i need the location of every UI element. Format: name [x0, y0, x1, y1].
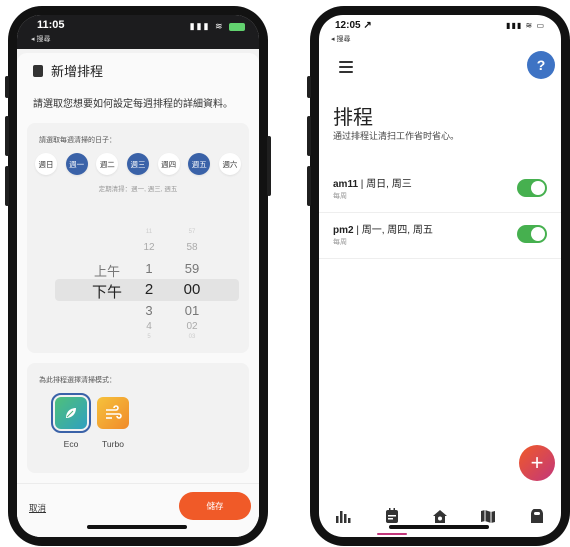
battery-icon — [229, 22, 245, 31]
wind-icon — [97, 397, 129, 429]
robot-icon[interactable] — [524, 503, 550, 529]
picker-hour-option[interactable]: 12 — [135, 242, 163, 253]
screen-left: 11:05 ◂ 搜尋 ▮▮▮ ≋ 新增排程 請選取您想要如何設定每週排程的詳細資… — [17, 15, 259, 537]
bottom-nav — [319, 493, 561, 537]
picker-ampm-option[interactable]: 上午 — [87, 261, 127, 280]
schedule-days: 周一, 周四, 周五 — [361, 225, 433, 236]
day-button[interactable]: 週五 — [188, 153, 211, 175]
phone-right: 12:05 ↗ ◂ 搜尋 ▮▮▮ ≋ ▭ ? 排程 通过排程让清扫工作省时省心。… — [307, 6, 570, 546]
picker-hour-option[interactable]: 5 — [135, 334, 163, 340]
add-schedule-button[interactable]: + — [519, 445, 555, 481]
battery-icon: ▭ — [536, 21, 545, 30]
wifi-icon: ≋ — [525, 21, 534, 30]
sheet-footer: 取消 儲存 — [17, 483, 259, 537]
schedule-item[interactable]: pm2 | 周一, 周四, 周五 每周 — [319, 213, 561, 259]
schedule-days: 周日, 周三 — [366, 179, 412, 190]
schedule-item[interactable]: am11 | 周日, 周三 每周 — [319, 167, 561, 213]
power-button — [267, 136, 271, 196]
schedule-repeat: 每周 — [333, 193, 347, 200]
schedule-name: pm2 | 周一, 周四, 周五 — [333, 225, 433, 236]
schedule-name: am11 | 周日, 周三 — [333, 179, 412, 190]
stage: 11:05 ◂ 搜尋 ▮▮▮ ≋ 新增排程 請選取您想要如何設定每週排程的詳細資… — [0, 0, 570, 547]
day-button[interactable]: 週日 — [35, 153, 57, 175]
schedule-doc-icon — [33, 65, 43, 77]
schedule-title: pm2 — [333, 225, 354, 236]
mode-card: 為此排程選擇清掃模式： Eco Turbo — [27, 363, 249, 473]
intro-text: 請選取您想要如何設定每週排程的詳細資料。 — [33, 99, 233, 110]
days-card: 請選取每週清掃的日子： 週日 週一 週二 週三 週四 週五 週六 定期清掃：週一… — [27, 123, 249, 353]
mode-name: Turbo — [102, 439, 124, 449]
sheet-header: 新增排程 — [33, 61, 103, 80]
status-icons: ▮▮▮ ≋ — [190, 21, 245, 32]
picker-hour-option[interactable]: 1 — [135, 261, 163, 276]
picker-minute-option[interactable]: 58 — [177, 242, 207, 253]
signal-icon: ▮▮▮ — [506, 21, 523, 30]
day-button[interactable]: 週四 — [157, 153, 180, 175]
help-button[interactable]: ? — [527, 51, 555, 79]
mode-label: 為此排程選擇清掃模式： — [39, 377, 116, 384]
days-label: 請選取每週清掃的日子： — [39, 137, 116, 144]
picker-minute-option[interactable]: 03 — [177, 334, 207, 340]
mode-turbo-option[interactable]: Turbo — [93, 397, 133, 449]
volume-up-button — [5, 116, 9, 156]
schedule-toggle[interactable] — [517, 225, 547, 243]
picker-minute-option[interactable]: 57 — [177, 229, 207, 235]
sheet-title: 新增排程 — [51, 64, 104, 79]
picker-ampm-selected[interactable]: 下午 — [87, 281, 127, 302]
silent-switch — [307, 76, 311, 98]
status-icons: ▮▮▮ ≋ ▭ — [506, 21, 545, 30]
back-to-search-link[interactable]: ◂ 搜尋 — [31, 34, 50, 44]
page-subtitle: 通过排程让清扫工作省时省心。 — [333, 131, 460, 141]
wifi-icon: ≋ — [214, 21, 225, 31]
picker-hour-option[interactable]: 11 — [135, 229, 163, 235]
day-button[interactable]: 週一 — [65, 153, 88, 175]
time-picker[interactable]: 上午 下午 11 12 1 2 3 4 5 57 58 59 00 01 02 … — [27, 211, 249, 341]
back-to-search-link[interactable]: ◂ 搜尋 — [331, 34, 350, 44]
volume-down-button — [307, 166, 311, 206]
day-button[interactable]: 週二 — [96, 153, 119, 175]
status-time: 11:05 — [37, 19, 65, 31]
schedule-title: am11 — [333, 179, 359, 190]
picker-hour-selected[interactable]: 2 — [135, 281, 163, 298]
mode-name: Eco — [63, 439, 79, 449]
volume-down-button — [5, 166, 9, 206]
status-bar: 12:05 ↗ ◂ 搜尋 ▮▮▮ ≋ ▭ — [319, 15, 561, 49]
phone-left: 11:05 ◂ 搜尋 ▮▮▮ ≋ 新增排程 請選取您想要如何設定每週排程的詳細資… — [5, 6, 271, 546]
schedule-repeat: 每周 — [333, 239, 347, 246]
days-summary: 定期清掃：週一, 週三, 週五 — [98, 186, 178, 193]
bar-chart-icon[interactable] — [330, 503, 356, 529]
status-bar: 11:05 ◂ 搜尋 ▮▮▮ ≋ — [17, 15, 259, 49]
picker-hour-option[interactable]: 3 — [135, 303, 163, 318]
day-button[interactable]: 週三 — [126, 153, 149, 175]
page-title: 排程 — [333, 107, 373, 129]
home-indicator — [389, 525, 489, 529]
screen-right: 12:05 ↗ ◂ 搜尋 ▮▮▮ ≋ ▭ ? 排程 通过排程让清扫工作省时省心。… — [319, 15, 561, 537]
leaf-icon — [51, 393, 91, 433]
picker-minute-selected[interactable]: 00 — [177, 281, 207, 298]
cancel-button[interactable]: 取消 — [29, 502, 46, 514]
day-button[interactable]: 週六 — [218, 153, 241, 175]
silent-switch — [5, 76, 9, 98]
picker-hour-option[interactable]: 4 — [135, 321, 163, 332]
new-schedule-sheet: 新增排程 請選取您想要如何設定每週排程的詳細資料。 請選取每週清掃的日子： 週日… — [17, 53, 259, 537]
picker-minute-option[interactable]: 59 — [177, 261, 207, 276]
volume-up-button — [307, 116, 311, 156]
picker-minute-option[interactable]: 02 — [177, 321, 207, 332]
home-indicator — [87, 525, 187, 529]
save-button[interactable]: 儲存 — [179, 492, 251, 520]
menu-icon[interactable] — [339, 61, 353, 76]
status-time: 12:05 ↗ — [335, 20, 372, 31]
mode-eco-option[interactable]: Eco — [51, 393, 91, 449]
schedule-toggle[interactable] — [517, 179, 547, 197]
picker-minute-option[interactable]: 01 — [177, 303, 207, 318]
signal-icon: ▮▮▮ — [189, 21, 211, 31]
day-selector: 週日 週一 週二 週三 週四 週五 週六 — [35, 153, 241, 175]
